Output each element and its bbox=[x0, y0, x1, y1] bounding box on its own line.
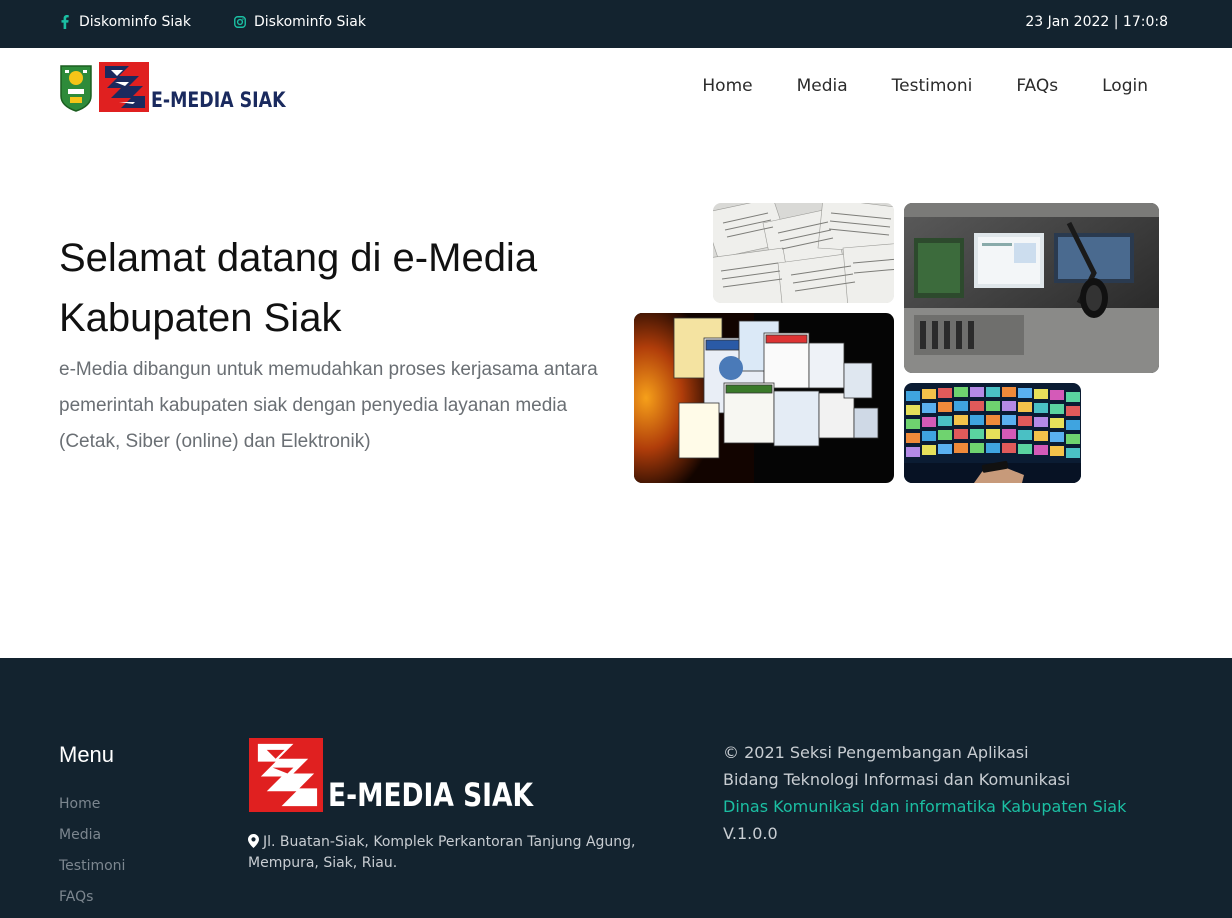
facebook-label: Diskominfo Siak bbox=[79, 14, 191, 30]
footer-menu: Home Media Testimoni FAQs bbox=[59, 796, 125, 918]
address-text: Jl. Buatan-Siak, Komplek Perkantoran Tan… bbox=[248, 834, 636, 871]
division-text: Bidang Teknologi Informasi dan Komunikas… bbox=[723, 770, 1071, 789]
hero-title: Selamat datang di e-Media Kabupaten Siak bbox=[59, 236, 538, 340]
instagram-icon bbox=[234, 14, 246, 30]
map-pin-icon bbox=[248, 834, 259, 848]
nav-testimoni[interactable]: Testimoni bbox=[892, 76, 973, 96]
hero-description: e-Media dibangun untuk memudahkan proses… bbox=[59, 359, 598, 452]
site-header: E-MEDIA SIAK Home Media Testimoni FAQs L… bbox=[0, 48, 1232, 128]
footer-link-home[interactable]: Home bbox=[59, 796, 125, 827]
websites-image bbox=[634, 313, 894, 483]
top-bar: Diskominfo Siak Diskominfo Siak 23 Jan 2… bbox=[0, 0, 1232, 48]
version-text: V.1.0.0 bbox=[723, 824, 778, 843]
brand-name: E-MEDIA SIAK bbox=[151, 88, 286, 112]
facebook-link[interactable]: Diskominfo Siak bbox=[59, 14, 191, 30]
current-datetime: 23 Jan 2022 | 17:0:8 bbox=[1025, 14, 1168, 30]
footer-link-media[interactable]: Media bbox=[59, 827, 125, 858]
footer-menu-title: Menu bbox=[59, 742, 115, 767]
emedia-mark-icon bbox=[249, 738, 323, 812]
nav-faqs[interactable]: FAQs bbox=[1016, 76, 1058, 96]
emedia-mark-icon bbox=[99, 62, 149, 112]
instagram-link[interactable]: Diskominfo Siak bbox=[234, 14, 366, 30]
agency-link[interactable]: Dinas Komunikasi dan informatika Kabupat… bbox=[723, 793, 1126, 820]
main-nav: Home Media Testimoni FAQs Login bbox=[658, 76, 1148, 96]
site-footer: Menu Home Media Testimoni FAQs E-MEDIA S… bbox=[0, 658, 1232, 918]
footer-logo: E-MEDIA SIAK bbox=[248, 738, 551, 812]
facebook-icon bbox=[59, 14, 71, 30]
footer-address: Jl. Buatan-Siak, Komplek Perkantoran Tan… bbox=[248, 832, 668, 874]
nav-login[interactable]: Login bbox=[1102, 76, 1148, 96]
nav-media[interactable]: Media bbox=[797, 76, 848, 96]
footer-link-faqs[interactable]: FAQs bbox=[59, 889, 125, 918]
newspaper-image bbox=[713, 203, 894, 303]
site-logo[interactable]: E-MEDIA SIAK bbox=[59, 62, 297, 112]
copyright-text: © 2021 Seksi Pengembangan Aplikasi bbox=[723, 743, 1029, 762]
tv-wall-image bbox=[904, 383, 1081, 483]
nav-home[interactable]: Home bbox=[702, 76, 752, 96]
footer-link-testimoni[interactable]: Testimoni bbox=[59, 858, 125, 889]
footer-brand-name: E-MEDIA SIAK bbox=[328, 776, 534, 814]
radio-studio-image bbox=[904, 203, 1159, 373]
footer-info: © 2021 Seksi Pengembangan Aplikasi Bidan… bbox=[723, 739, 1126, 847]
regency-seal-icon bbox=[60, 65, 92, 112]
instagram-label: Diskominfo Siak bbox=[254, 14, 366, 30]
